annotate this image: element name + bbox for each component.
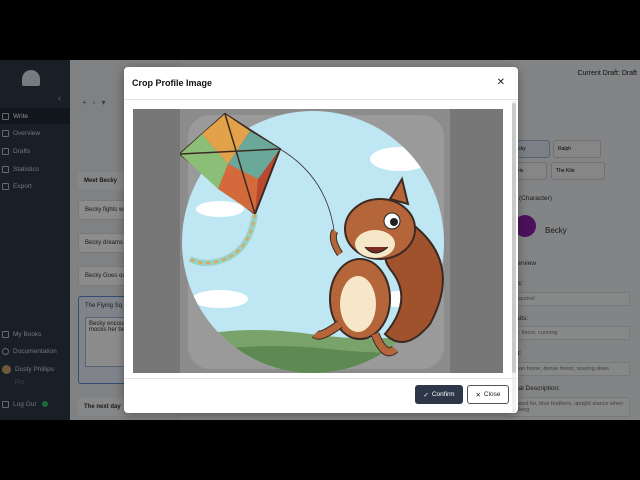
confirm-button[interactable]: ✓ Confirm [415, 385, 463, 404]
app-window: ‹ Write Overview Drafts Statistics Expor… [0, 60, 640, 420]
scrollbar-thumb[interactable] [512, 103, 516, 373]
x-icon: ✕ [475, 391, 481, 399]
crop-dialog: Crop Profile Image ✕ ✓ Confirm ✕ Close [124, 67, 518, 413]
check-icon: ✓ [423, 391, 429, 399]
confirm-label: Confirm [431, 391, 455, 398]
divider [124, 99, 518, 100]
divider [124, 378, 518, 379]
close-button[interactable]: ✕ Close [467, 385, 509, 404]
close-icon[interactable]: ✕ [497, 77, 505, 88]
squirrel-kite-illustration [180, 111, 444, 373]
dialog-title: Crop Profile Image [132, 78, 213, 88]
profile-image [180, 109, 450, 373]
close-label: Close [483, 391, 501, 398]
crop-area[interactable] [133, 109, 503, 373]
